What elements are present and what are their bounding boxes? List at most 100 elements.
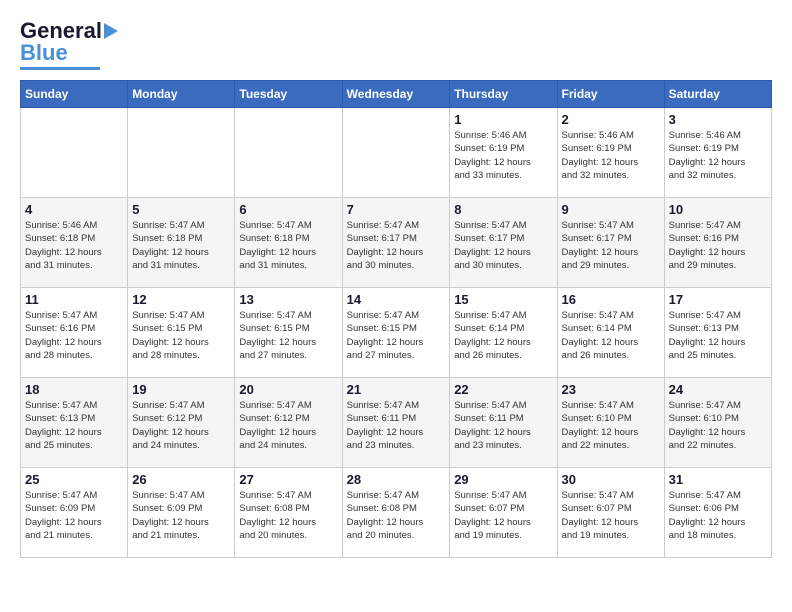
calendar-cell: 23Sunrise: 5:47 AM Sunset: 6:10 PM Dayli… — [557, 378, 664, 468]
day-number: 6 — [239, 202, 337, 217]
calendar-cell: 7 Sunrise: 5:47 AM Sunset: 6:17 PM Daylig… — [342, 198, 450, 288]
calendar-cell: 3 Sunrise: 5:46 AM Sunset: 6:19 PM Daylig… — [664, 108, 771, 198]
day-number: 25 — [25, 472, 123, 487]
day-number: 29 — [454, 472, 552, 487]
day-info: Sunrise: 5:47 AM Sunset: 6:11 PM Dayligh… — [347, 399, 446, 452]
calendar-cell: 4 Sunrise: 5:46 AM Sunset: 6:18 PM Daylig… — [21, 198, 128, 288]
calendar-cell: 19 Sunrise: 5:47 AM Sunset: 6:12 PM Dayli… — [128, 378, 235, 468]
calendar-cell: 26Sunrise: 5:47 AM Sunset: 6:09 PM Dayli… — [128, 468, 235, 558]
calendar-table: SundayMondayTuesdayWednesdayThursdayFrid… — [20, 80, 772, 558]
calendar-cell: 9 Sunrise: 5:47 AM Sunset: 6:17 PM Daylig… — [557, 198, 664, 288]
day-info: Sunrise: 5:46 AM Sunset: 6:19 PM Dayligh… — [669, 129, 767, 182]
calendar-week-row: 1Sunrise: 5:46 AM Sunset: 6:19 PM Daylig… — [21, 108, 772, 198]
day-info: Sunrise: 5:47 AM Sunset: 6:10 PM Dayligh… — [669, 399, 767, 452]
calendar-cell: 28 Sunrise: 5:47 AM Sunset: 6:08 PM Dayli… — [342, 468, 450, 558]
day-number: 5 — [132, 202, 230, 217]
calendar-cell: 29 Sunrise: 5:47 AM Sunset: 6:07 PM Dayli… — [450, 468, 557, 558]
day-number: 11 — [25, 292, 123, 307]
calendar-week-row: 18 Sunrise: 5:47 AM Sunset: 6:13 PM Dayli… — [21, 378, 772, 468]
day-info: Sunrise: 5:47 AM Sunset: 6:16 PM Dayligh… — [669, 219, 767, 272]
day-number: 9 — [562, 202, 660, 217]
day-number: 19 — [132, 382, 230, 397]
calendar-cell: 14 Sunrise: 5:47 AM Sunset: 6:15 PM Dayli… — [342, 288, 450, 378]
header-thursday: Thursday — [450, 81, 557, 108]
calendar-cell: 21 Sunrise: 5:47 AM Sunset: 6:11 PM Dayli… — [342, 378, 450, 468]
day-number: 27 — [239, 472, 337, 487]
calendar-cell — [21, 108, 128, 198]
day-info: Sunrise: 5:47 AM Sunset: 6:18 PM Dayligh… — [239, 219, 337, 272]
day-number: 3 — [669, 112, 767, 127]
day-number: 17 — [669, 292, 767, 307]
day-number: 2 — [562, 112, 660, 127]
day-number: 13 — [239, 292, 337, 307]
logo: General Blue — [20, 20, 118, 70]
day-number: 7 — [347, 202, 446, 217]
day-info: Sunrise: 5:47 AM Sunset: 6:11 PM Dayligh… — [454, 399, 552, 452]
calendar-cell: 6 Sunrise: 5:47 AM Sunset: 6:18 PM Daylig… — [235, 198, 342, 288]
day-info: Sunrise: 5:47 AM Sunset: 6:15 PM Dayligh… — [132, 309, 230, 362]
day-info: Sunrise: 5:47 AM Sunset: 6:15 PM Dayligh… — [239, 309, 337, 362]
day-number: 24 — [669, 382, 767, 397]
day-info: Sunrise: 5:47 AM Sunset: 6:10 PM Dayligh… — [562, 399, 660, 452]
header-monday: Monday — [128, 81, 235, 108]
day-info: Sunrise: 5:47 AM Sunset: 6:13 PM Dayligh… — [25, 399, 123, 452]
day-info: Sunrise: 5:47 AM Sunset: 6:17 PM Dayligh… — [562, 219, 660, 272]
calendar-cell: 1Sunrise: 5:46 AM Sunset: 6:19 PM Daylig… — [450, 108, 557, 198]
day-info: Sunrise: 5:47 AM Sunset: 6:16 PM Dayligh… — [25, 309, 123, 362]
calendar-week-row: 25 Sunrise: 5:47 AM Sunset: 6:09 PM Dayli… — [21, 468, 772, 558]
day-number: 14 — [347, 292, 446, 307]
day-info: Sunrise: 5:46 AM Sunset: 6:19 PM Dayligh… — [454, 129, 552, 182]
calendar-cell: 31Sunrise: 5:47 AM Sunset: 6:06 PM Dayli… — [664, 468, 771, 558]
calendar-cell: 27 Sunrise: 5:47 AM Sunset: 6:08 PM Dayli… — [235, 468, 342, 558]
day-number: 18 — [25, 382, 123, 397]
day-number: 16 — [562, 292, 660, 307]
calendar-cell: 25 Sunrise: 5:47 AM Sunset: 6:09 PM Dayli… — [21, 468, 128, 558]
header-saturday: Saturday — [664, 81, 771, 108]
day-info: Sunrise: 5:47 AM Sunset: 6:17 PM Dayligh… — [347, 219, 446, 272]
calendar-cell — [235, 108, 342, 198]
calendar-header-row: SundayMondayTuesdayWednesdayThursdayFrid… — [21, 81, 772, 108]
calendar-cell: 18 Sunrise: 5:47 AM Sunset: 6:13 PM Dayli… — [21, 378, 128, 468]
day-info: Sunrise: 5:47 AM Sunset: 6:08 PM Dayligh… — [239, 489, 337, 542]
day-info: Sunrise: 5:47 AM Sunset: 6:09 PM Dayligh… — [25, 489, 123, 542]
day-number: 15 — [454, 292, 552, 307]
day-info: Sunrise: 5:47 AM Sunset: 6:07 PM Dayligh… — [562, 489, 660, 542]
calendar-cell: 12 Sunrise: 5:47 AM Sunset: 6:15 PM Dayli… — [128, 288, 235, 378]
day-number: 22 — [454, 382, 552, 397]
day-info: Sunrise: 5:46 AM Sunset: 6:18 PM Dayligh… — [25, 219, 123, 272]
day-number: 26 — [132, 472, 230, 487]
day-number: 10 — [669, 202, 767, 217]
day-number: 31 — [669, 472, 767, 487]
day-info: Sunrise: 5:47 AM Sunset: 6:12 PM Dayligh… — [239, 399, 337, 452]
header: General Blue — [20, 20, 772, 70]
day-info: Sunrise: 5:47 AM Sunset: 6:14 PM Dayligh… — [454, 309, 552, 362]
calendar-cell: 16Sunrise: 5:47 AM Sunset: 6:14 PM Dayli… — [557, 288, 664, 378]
header-tuesday: Tuesday — [235, 81, 342, 108]
day-info: Sunrise: 5:47 AM Sunset: 6:18 PM Dayligh… — [132, 219, 230, 272]
calendar-cell: 24 Sunrise: 5:47 AM Sunset: 6:10 PM Dayli… — [664, 378, 771, 468]
day-number: 4 — [25, 202, 123, 217]
day-number: 8 — [454, 202, 552, 217]
day-info: Sunrise: 5:47 AM Sunset: 6:13 PM Dayligh… — [669, 309, 767, 362]
calendar-cell: 2Sunrise: 5:46 AM Sunset: 6:19 PM Daylig… — [557, 108, 664, 198]
calendar-cell — [342, 108, 450, 198]
logo-text: General — [20, 20, 102, 42]
day-number: 21 — [347, 382, 446, 397]
logo-text-blue: Blue — [20, 42, 68, 64]
day-info: Sunrise: 5:47 AM Sunset: 6:15 PM Dayligh… — [347, 309, 446, 362]
header-friday: Friday — [557, 81, 664, 108]
day-info: Sunrise: 5:47 AM Sunset: 6:08 PM Dayligh… — [347, 489, 446, 542]
calendar-cell — [128, 108, 235, 198]
day-number: 12 — [132, 292, 230, 307]
day-number: 28 — [347, 472, 446, 487]
day-number: 30 — [562, 472, 660, 487]
day-info: Sunrise: 5:47 AM Sunset: 6:07 PM Dayligh… — [454, 489, 552, 542]
calendar-cell: 17 Sunrise: 5:47 AM Sunset: 6:13 PM Dayli… — [664, 288, 771, 378]
calendar-cell: 13 Sunrise: 5:47 AM Sunset: 6:15 PM Dayli… — [235, 288, 342, 378]
day-info: Sunrise: 5:47 AM Sunset: 6:12 PM Dayligh… — [132, 399, 230, 452]
calendar-cell: 20 Sunrise: 5:47 AM Sunset: 6:12 PM Dayli… — [235, 378, 342, 468]
calendar-cell: 30 Sunrise: 5:47 AM Sunset: 6:07 PM Dayli… — [557, 468, 664, 558]
logo-line — [20, 67, 100, 70]
header-wednesday: Wednesday — [342, 81, 450, 108]
day-number: 20 — [239, 382, 337, 397]
